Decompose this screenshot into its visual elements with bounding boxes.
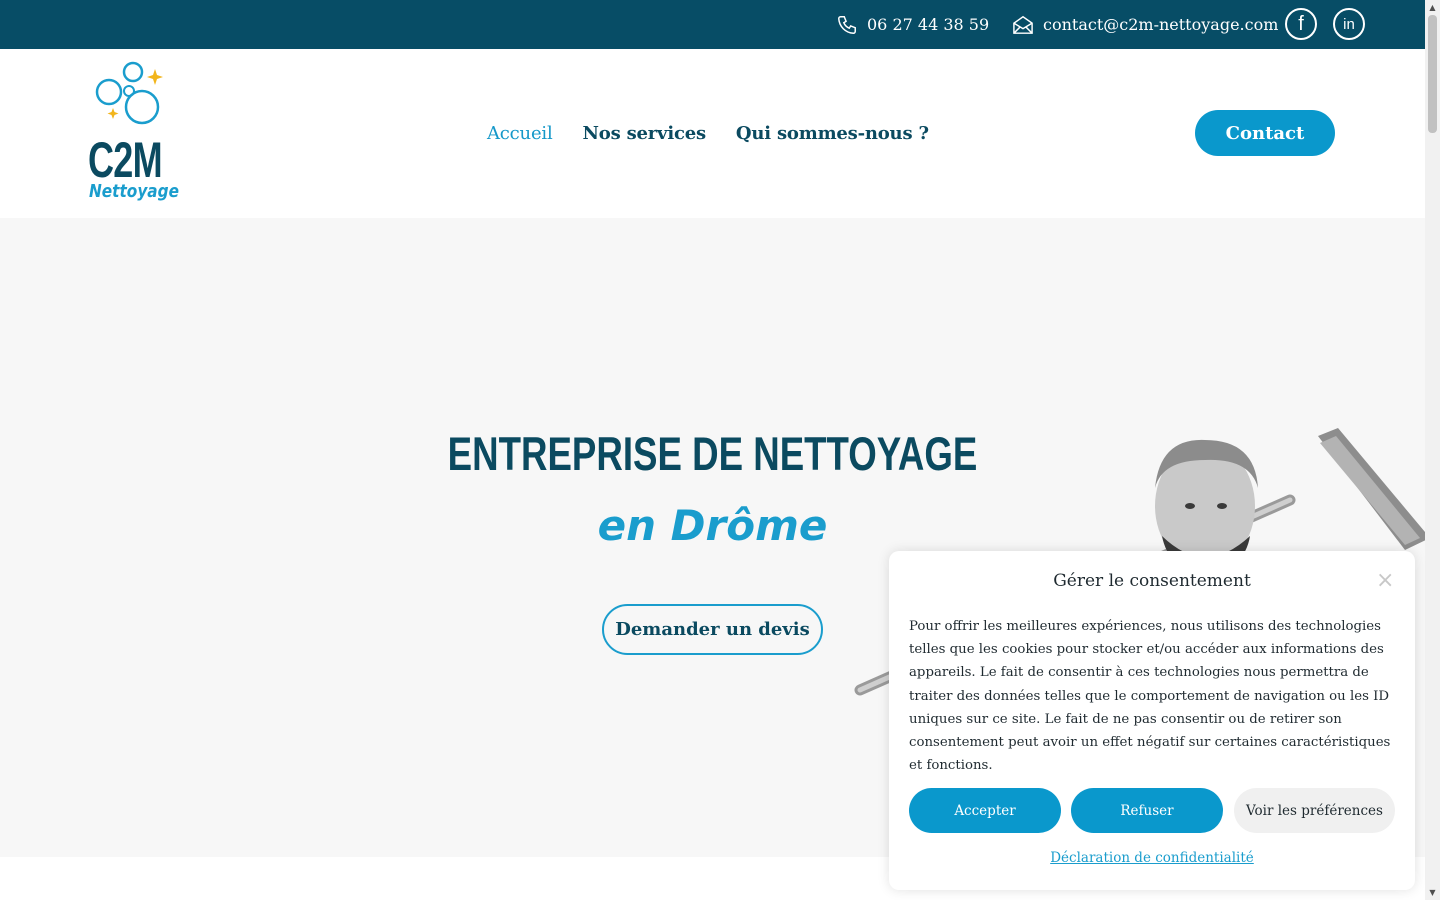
scrollbar-thumb[interactable] xyxy=(1428,15,1437,133)
phone-number: 06 27 44 38 59 xyxy=(867,15,990,34)
cookie-description: Pour offrir les meilleures expériences, … xyxy=(909,619,1391,774)
refuse-button[interactable]: Refuser xyxy=(1071,788,1223,833)
hero-subtitle: en Drôme xyxy=(597,501,828,550)
top-bar: 06 27 44 38 59 contact@c2m-nettoyage.com… xyxy=(0,0,1425,49)
nav-item-about[interactable]: Qui sommes-nous ? xyxy=(736,123,929,144)
envelope-icon xyxy=(1013,15,1033,34)
accept-button[interactable]: Accepter xyxy=(909,788,1061,833)
nav-item-services[interactable]: Nos services xyxy=(583,123,707,144)
contact-button[interactable]: Contact xyxy=(1195,110,1335,156)
cookie-consent-dialog: Gérer le consentement × Pour offrir les … xyxy=(889,551,1415,890)
site-logo[interactable]: C2M Nettoyage xyxy=(84,59,184,209)
phone-icon xyxy=(838,15,856,34)
linkedin-button[interactable]: in xyxy=(1333,8,1365,40)
facebook-button[interactable]: f xyxy=(1285,8,1317,40)
privacy-statement-link[interactable]: Déclaration de confidentialité xyxy=(889,850,1415,866)
logo-sub-text: Nettoyage xyxy=(89,181,179,202)
site-header: C2M Nettoyage Accueil Nos services Qui s… xyxy=(0,49,1425,218)
email-link[interactable]: contact@c2m-nettoyage.com xyxy=(1012,0,1278,49)
linkedin-icon: in xyxy=(1343,15,1355,33)
facebook-icon: f xyxy=(1298,12,1304,35)
request-quote-button[interactable]: Demander un devis xyxy=(602,604,823,655)
bubbles-icon xyxy=(95,61,163,125)
close-icon[interactable]: × xyxy=(1376,570,1394,592)
email-address: contact@c2m-nettoyage.com xyxy=(1043,15,1279,34)
main-nav: Accueil Nos services Qui sommes-nous ? xyxy=(487,49,959,218)
phone-link[interactable]: 06 27 44 38 59 xyxy=(836,0,989,49)
scroll-up-icon[interactable]: ▲ xyxy=(1425,0,1440,15)
cookie-title: Gérer le consentement xyxy=(1053,571,1251,591)
preferences-button[interactable]: Voir les préférences xyxy=(1234,788,1395,833)
scroll-down-icon[interactable]: ▼ xyxy=(1425,885,1440,900)
nav-item-accueil[interactable]: Accueil xyxy=(487,123,553,144)
hero-title: ENTREPRISE DE NETTOYAGE xyxy=(447,427,978,480)
page-scrollbar[interactable]: ▲ ▼ xyxy=(1425,0,1440,900)
